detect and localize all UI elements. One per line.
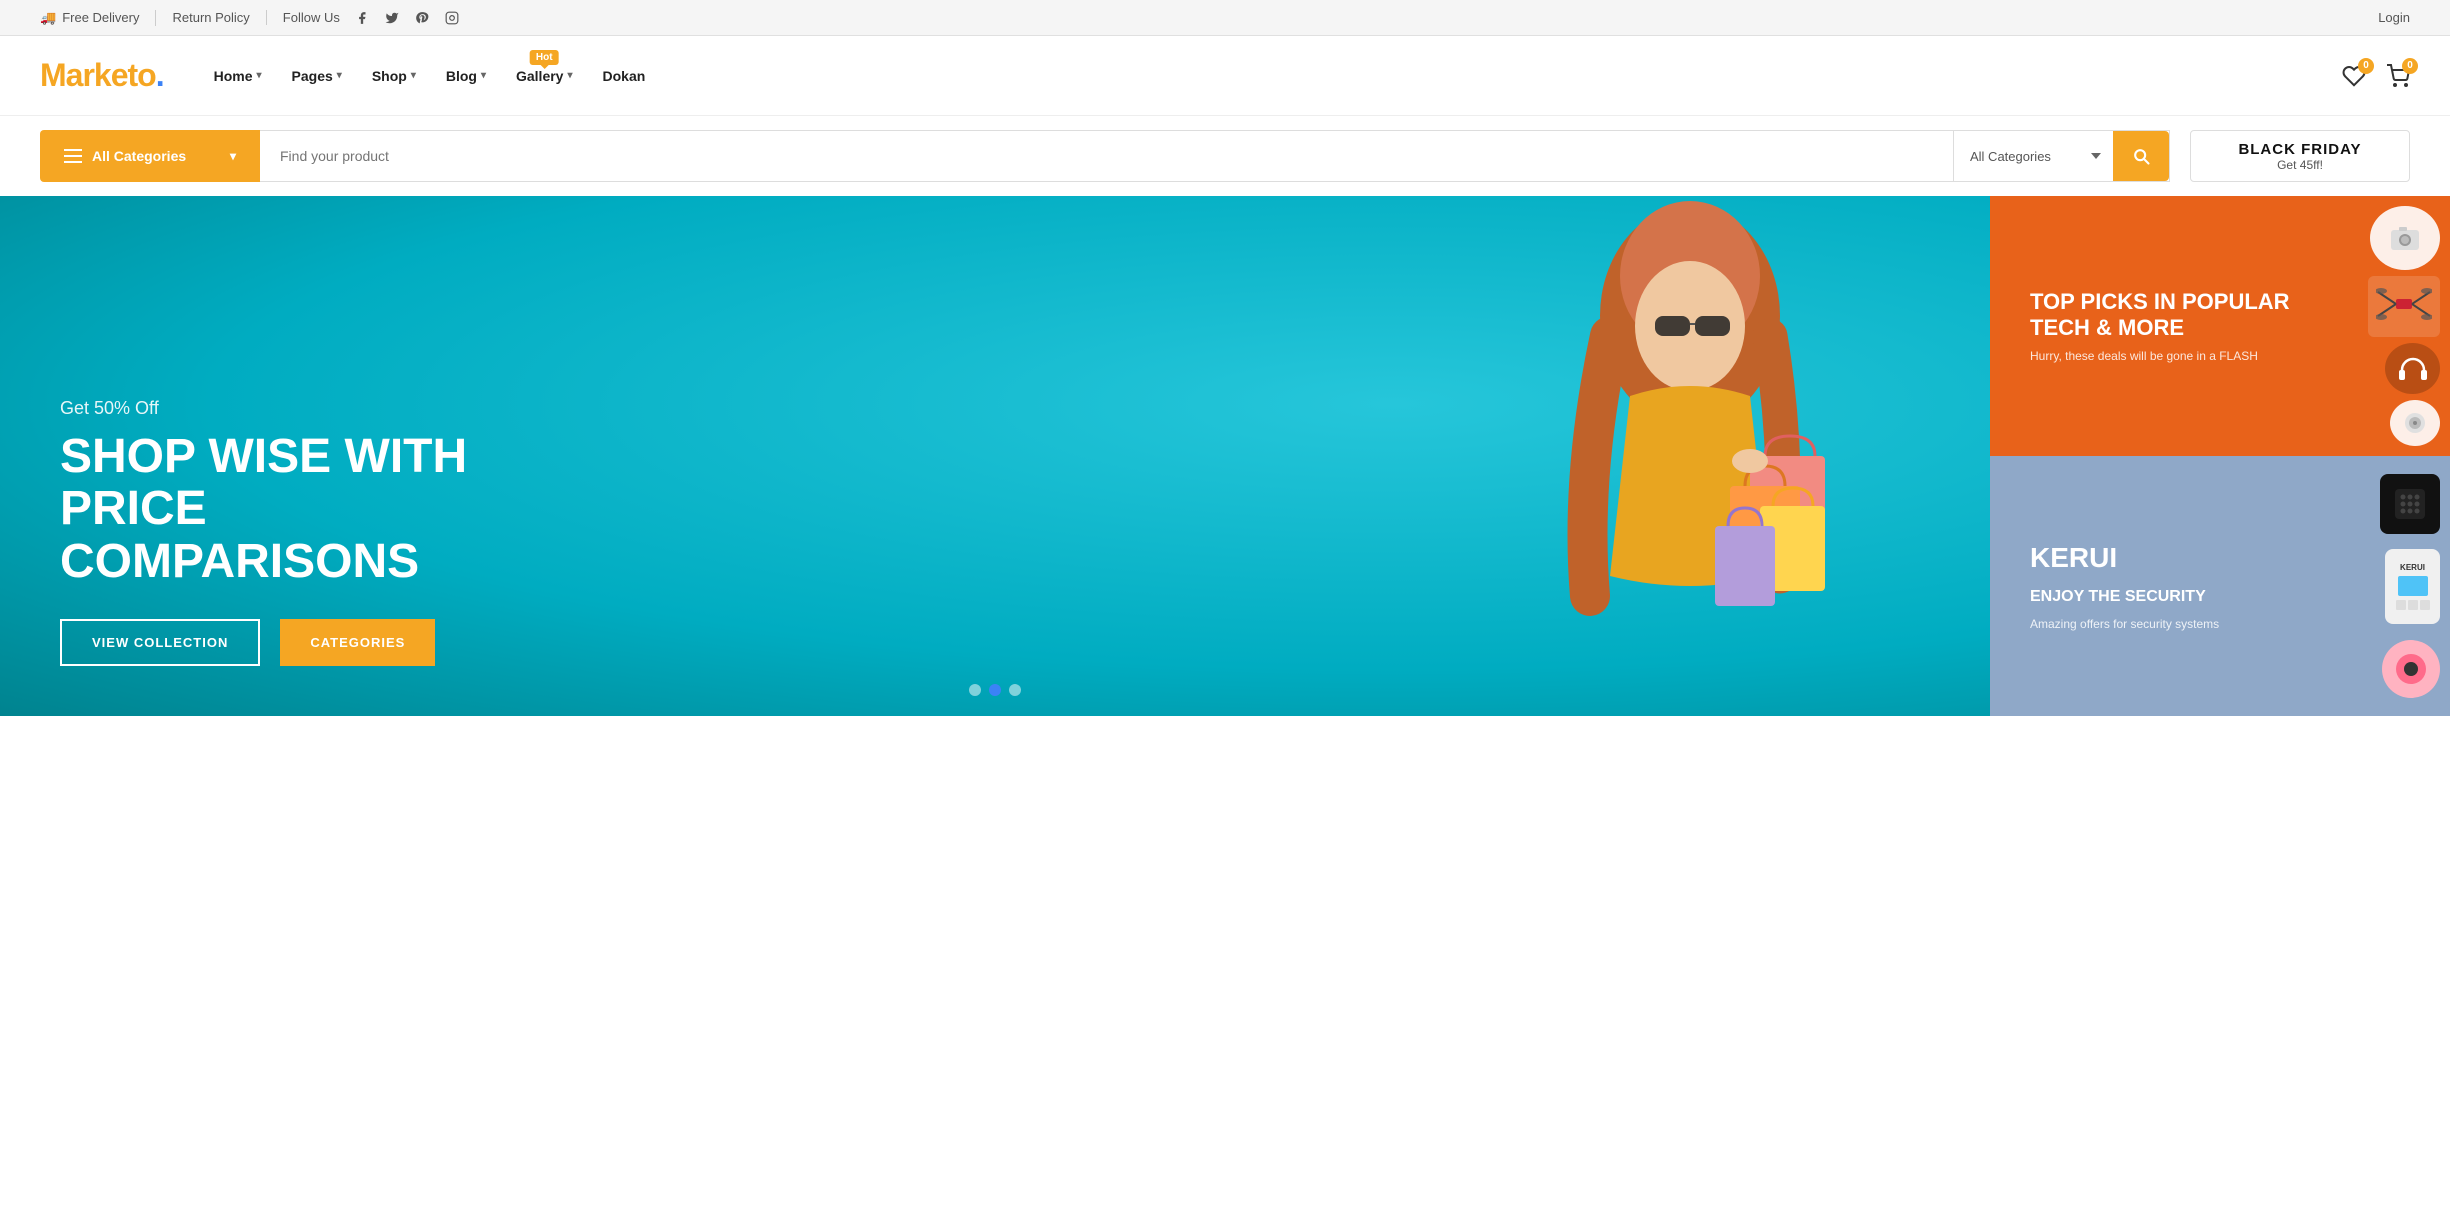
follow-label: Follow Us	[283, 10, 340, 25]
cart-count: 0	[2402, 58, 2418, 74]
nav-pages-chevron: ▾	[337, 70, 342, 81]
cart-button[interactable]: 0	[2386, 64, 2410, 88]
security-banner-subtitle: Amazing offers for security systems	[2030, 617, 2410, 631]
categories-button[interactable]: CATEGORIES	[280, 619, 435, 666]
hero-dots	[969, 684, 1021, 696]
header: Marketo. Home ▾ Pages ▾ Shop ▾ Blog ▾ Ho…	[0, 36, 2450, 116]
hero-title-line1: SHOP WISE WITH PRICE	[60, 430, 467, 536]
hero-title: SHOP WISE WITH PRICE COMPARISONS	[60, 431, 540, 589]
menu-icon	[64, 149, 82, 163]
main-nav: Home ▾ Pages ▾ Shop ▾ Blog ▾ Hot Gallery…	[214, 68, 2342, 84]
camera-item	[2370, 206, 2440, 270]
search-input-wrapper: All Categories	[260, 130, 2170, 182]
view-collection-button[interactable]: VIEW COLLECTION	[60, 619, 260, 666]
bf-title: BLACK FRIDAY	[2238, 141, 2361, 158]
header-icons: 0 0	[2342, 64, 2410, 88]
nav-gallery[interactable]: Hot Gallery ▾	[516, 68, 573, 84]
delivery-truck-icon: 🚚	[40, 10, 56, 26]
nav-home-chevron: ▾	[257, 70, 262, 81]
hero-content: Get 50% Off SHOP WISE WITH PRICE COMPARI…	[60, 398, 1930, 666]
black-friday-banner[interactable]: BLACK FRIDAY Get 45ff!	[2190, 130, 2410, 182]
nav-home-label: Home	[214, 68, 253, 84]
nav-shop[interactable]: Shop ▾	[372, 68, 416, 84]
facebook-icon[interactable]	[354, 10, 370, 26]
bf-sub: Get 45ff!	[2277, 158, 2323, 172]
delivery-label: Free Delivery	[62, 10, 139, 25]
hero-title-line2: COMPARISONS	[60, 535, 419, 588]
search-button[interactable]	[2113, 131, 2169, 181]
wishlist-button[interactable]: 0	[2342, 64, 2366, 88]
nav-blog[interactable]: Blog ▾	[446, 68, 486, 84]
tech-banner-subtitle: Hurry, these deals will be gone in a FLA…	[2030, 349, 2410, 363]
hot-badge: Hot	[530, 50, 559, 65]
security-title-line2: ENJOY THE SECURITY	[2030, 588, 2206, 605]
security-banner-title: KERUI ENJOY THE SECURITY	[2030, 541, 2410, 608]
nav-home[interactable]: Home ▾	[214, 68, 262, 84]
security-banner[interactable]: KERUI ENJOY THE SECURITY Amazing offers …	[1990, 456, 2450, 716]
hero-section: Get 50% Off SHOP WISE WITH PRICE COMPARI…	[0, 196, 2450, 716]
logo[interactable]: Marketo.	[40, 57, 164, 94]
camera-icon	[2387, 220, 2423, 256]
hero-dot-2[interactable]	[989, 684, 1001, 696]
nav-gallery-label: Gallery	[516, 68, 563, 84]
dome-lens	[2396, 654, 2426, 684]
twitter-icon[interactable]	[384, 10, 400, 26]
nav-shop-label: Shop	[372, 68, 407, 84]
search-input[interactable]	[260, 131, 1953, 181]
logo-dot: .	[156, 57, 164, 93]
nav-dokan[interactable]: Dokan	[603, 68, 646, 84]
tech-title-line2: TECH & MORE	[2030, 315, 2184, 340]
return-policy-item: Return Policy	[156, 10, 266, 25]
dome-camera	[2382, 640, 2440, 698]
hero-discount-text: Get 50% Off	[60, 398, 1930, 419]
smart-device-icon	[2401, 409, 2429, 437]
category-select[interactable]: All Categories	[1953, 131, 2113, 181]
camera-lens	[2404, 662, 2418, 676]
nav-gallery-chevron: ▾	[567, 70, 572, 81]
wishlist-count: 0	[2358, 58, 2374, 74]
tech-title-line1: TOP PICKS IN POPULAR	[2030, 289, 2290, 314]
tech-banner-text: TOP PICKS IN POPULAR TECH & MORE Hurry, …	[2030, 289, 2410, 364]
hero-side-banners: TOP PICKS IN POPULAR TECH & MORE Hurry, …	[1990, 196, 2450, 716]
tech-banner[interactable]: TOP PICKS IN POPULAR TECH & MORE Hurry, …	[1990, 196, 2450, 456]
nav-blog-label: Blog	[446, 68, 477, 84]
search-icon	[2131, 146, 2151, 166]
all-categories-button[interactable]: All Categories ▾	[40, 130, 260, 182]
keypad-icon	[2393, 487, 2427, 521]
pinterest-icon[interactable]	[414, 10, 430, 26]
top-bar-left: 🚚 Free Delivery Return Policy Follow Us	[40, 10, 480, 26]
hero-dot-3[interactable]	[1009, 684, 1021, 696]
categories-chevron-icon: ▾	[230, 149, 236, 163]
hero-buttons: VIEW COLLECTION CATEGORIES	[60, 619, 1930, 666]
security-panel	[2380, 474, 2440, 534]
hero-main-banner: Get 50% Off SHOP WISE WITH PRICE COMPARI…	[0, 196, 1990, 716]
nav-pages[interactable]: Pages ▾	[292, 68, 342, 84]
nav-blog-chevron: ▾	[481, 70, 486, 81]
nav-shop-chevron: ▾	[411, 70, 416, 81]
return-label: Return Policy	[172, 10, 249, 25]
hero-dot-1[interactable]	[969, 684, 981, 696]
smart-device-item	[2390, 400, 2440, 446]
logo-text: Marketo	[40, 57, 156, 93]
tech-banner-title: TOP PICKS IN POPULAR TECH & MORE	[2030, 289, 2410, 342]
follow-us-section: Follow Us	[267, 10, 480, 26]
security-title-line1: KERUI	[2030, 542, 2117, 573]
login-link[interactable]: Login	[2378, 10, 2410, 25]
search-section: All Categories ▾ All Categories BLACK FR…	[0, 116, 2450, 196]
top-bar: 🚚 Free Delivery Return Policy Follow Us …	[0, 0, 2450, 36]
nav-pages-label: Pages	[292, 68, 333, 84]
delivery-item: 🚚 Free Delivery	[40, 10, 156, 26]
instagram-icon[interactable]	[444, 10, 460, 26]
all-categories-label: All Categories	[92, 148, 186, 164]
security-banner-text: KERUI ENJOY THE SECURITY Amazing offers …	[2030, 541, 2410, 630]
nav-dokan-label: Dokan	[603, 68, 646, 84]
